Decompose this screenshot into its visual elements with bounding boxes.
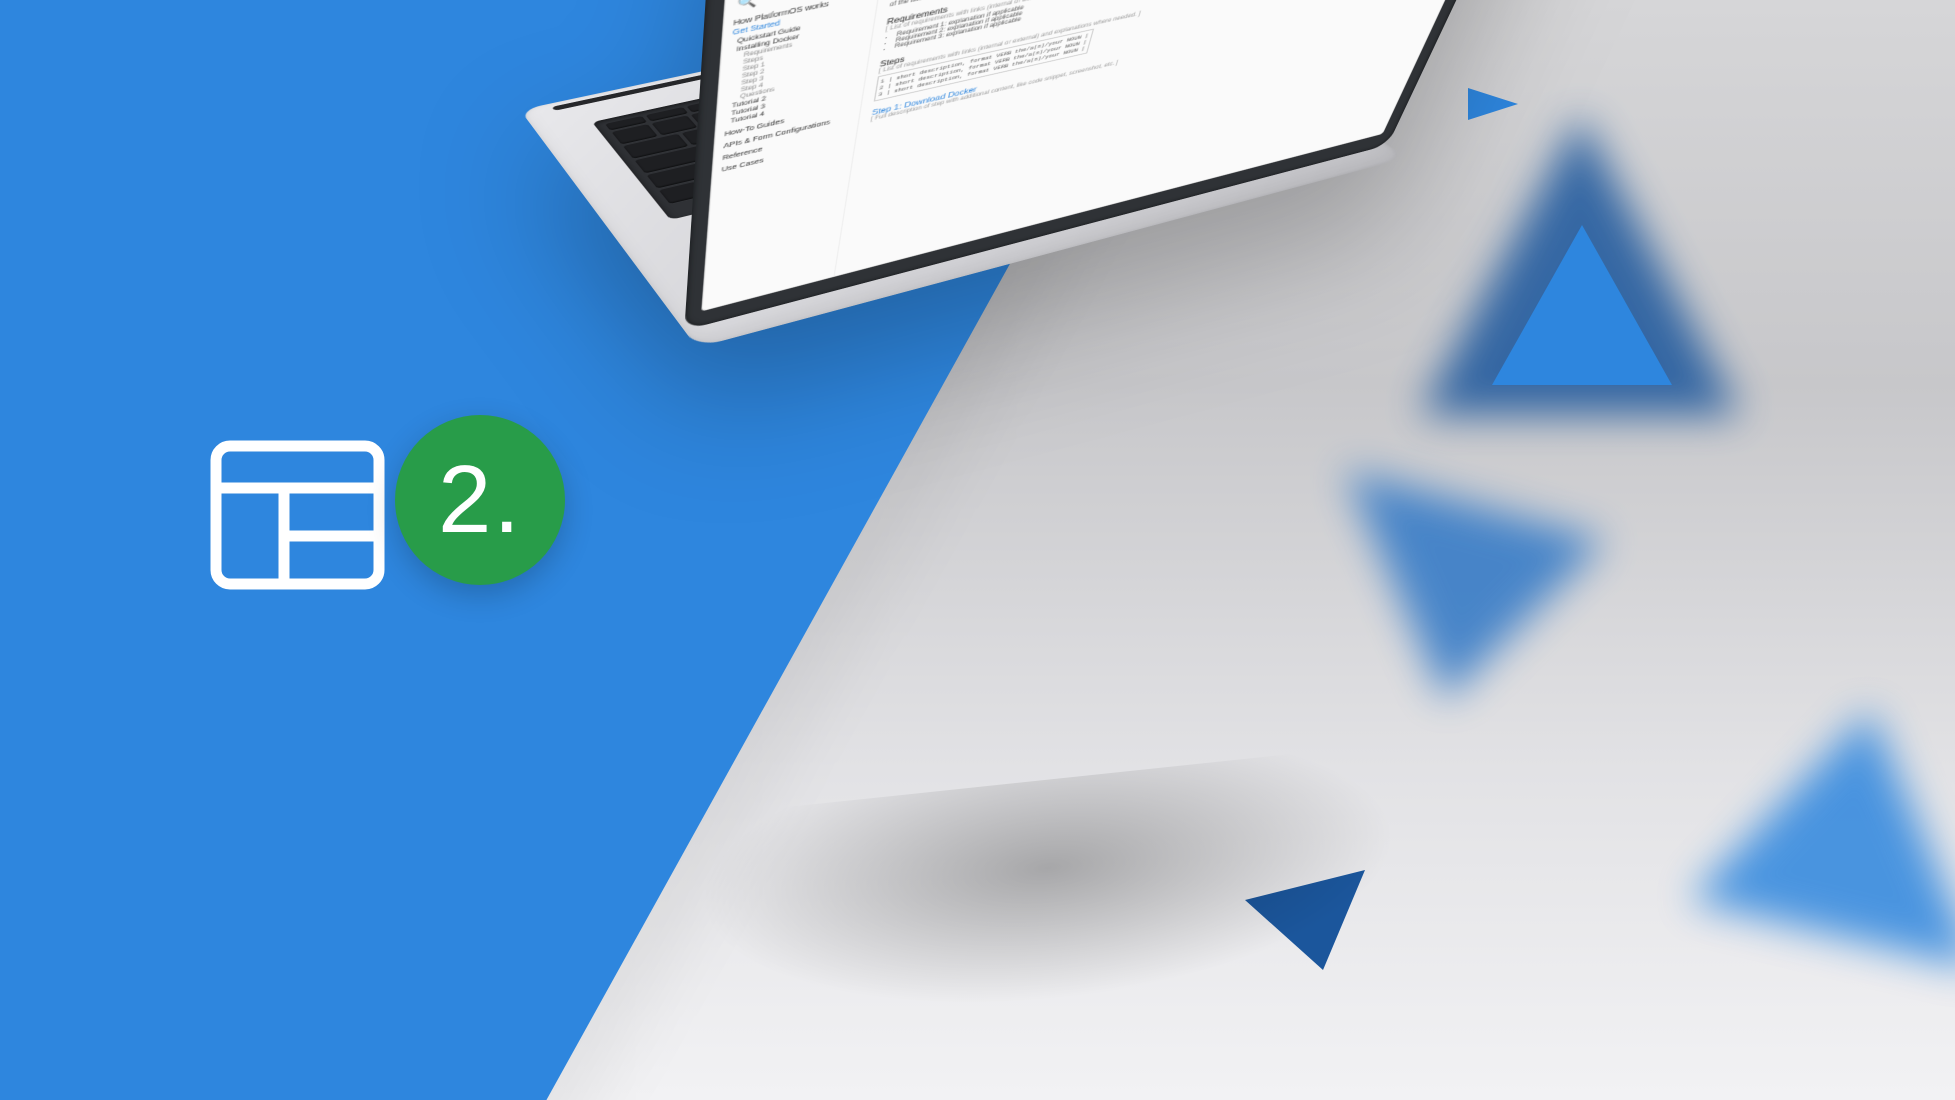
triangle-icon	[1690, 710, 1955, 970]
search-icon[interactable]: 🔍	[734, 0, 760, 14]
laptop-mockup: ◀ ▶ PlatformOS Docs https://documentatio…	[470, 70, 1570, 1070]
laptop-lid: ◀ ▶ PlatformOS Docs https://documentatio…	[684, 0, 1584, 331]
hero-stage: 2.	[0, 0, 1955, 1100]
main-content: Documentation › Get Started › Setup › Co…	[832, 0, 1524, 293]
template-icon	[210, 440, 385, 590]
